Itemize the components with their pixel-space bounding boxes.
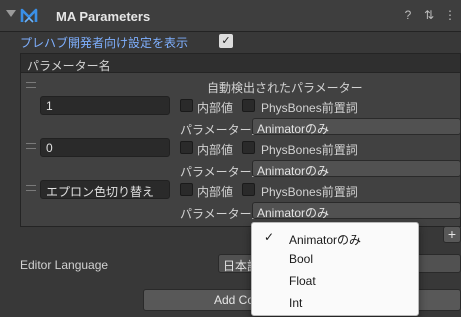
parameter-list-header: パラメーター名 <box>20 53 461 73</box>
menu-item-bool[interactable]: Bool <box>252 248 418 269</box>
component-header[interactable]: MA Parameters ? ⇅ ⋮ <box>0 0 461 32</box>
ma-logo-icon <box>20 8 38 23</box>
menu-item-label: Animatorのみ <box>289 233 362 247</box>
list-drag-handle-icon[interactable] <box>26 82 36 88</box>
menu-item-label: Bool <box>289 252 314 266</box>
internal-value-label: 内部値 <box>197 101 234 115</box>
list-drag-handle-icon[interactable] <box>26 143 36 149</box>
physbones-prefix-label: PhysBones前置詞 <box>261 143 358 157</box>
list-drag-handle-icon[interactable] <box>26 185 36 191</box>
parameter-name-field[interactable]: 0 <box>40 138 170 157</box>
physbones-prefix-label: PhysBones前置詞 <box>261 101 358 115</box>
parameter-type-dropdown[interactable]: Animatorのみ <box>252 118 461 136</box>
preset-icon[interactable]: ⇅ <box>423 8 435 22</box>
help-icon[interactable]: ? <box>402 8 414 22</box>
parameter-name-field[interactable]: 1 <box>40 96 170 115</box>
parameter-name-field[interactable]: エプロン色切り替え <box>40 180 170 199</box>
parameter-type-dropdown[interactable]: Animatorのみ <box>252 160 461 178</box>
physbones-prefix-checkbox[interactable] <box>242 99 255 112</box>
show-prefab-dev-settings-label: プレハブ開発者向け設定を表示 <box>20 36 189 50</box>
internal-value-checkbox[interactable] <box>180 183 193 196</box>
checkmark-icon: ✓ <box>264 230 275 244</box>
show-prefab-dev-settings-checkbox[interactable]: ✓ <box>219 34 233 48</box>
more-icon[interactable]: ⋮ <box>444 8 456 22</box>
internal-value-label: 内部値 <box>197 143 234 157</box>
foldout-arrow-icon[interactable] <box>6 10 16 17</box>
menu-item-label: Float <box>289 274 316 288</box>
menu-item-animator-only[interactable]: ✓ Animatorのみ <box>252 227 418 248</box>
internal-value-checkbox[interactable] <box>180 99 193 112</box>
menu-item-label: Int <box>289 296 303 310</box>
add-parameter-button[interactable]: + <box>443 226 461 243</box>
internal-value-checkbox[interactable] <box>180 141 193 154</box>
parameter-name-column: パラメーター名 <box>27 59 111 73</box>
physbones-prefix-label: PhysBones前置詞 <box>261 185 358 199</box>
menu-item-float[interactable]: Float <box>252 270 418 291</box>
component-title: MA Parameters <box>56 9 151 24</box>
internal-value-label: 内部値 <box>197 185 234 199</box>
parameter-type-menu: ✓ Animatorのみ Bool Float Int <box>251 222 419 316</box>
physbones-prefix-checkbox[interactable] <box>242 183 255 196</box>
physbones-prefix-checkbox[interactable] <box>242 141 255 154</box>
parameter-type-dropdown[interactable]: Animatorのみ <box>252 202 461 220</box>
menu-item-int[interactable]: Int <box>252 292 418 313</box>
editor-language-label: Editor Language <box>20 258 109 272</box>
auto-detected-parameters-label: 自動検出されたパラメーター <box>207 81 363 95</box>
